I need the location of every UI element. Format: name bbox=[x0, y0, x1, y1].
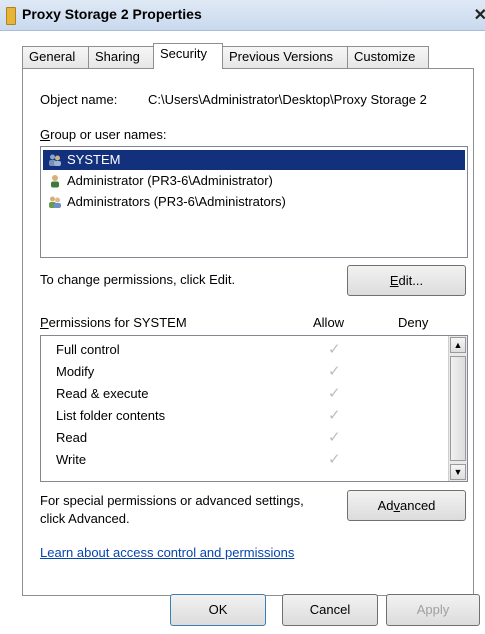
permission-row-write: Write ✓ bbox=[56, 449, 446, 471]
title-bar: Proxy Storage 2 Properties ✕ bbox=[0, 0, 485, 31]
tab-general[interactable]: General bbox=[22, 46, 89, 68]
advanced-button-post: anced bbox=[399, 498, 436, 513]
group-icon bbox=[49, 196, 61, 208]
user-list[interactable]: SYSTEM Administrator (PR3-6\Administrato… bbox=[40, 146, 468, 258]
permissions-scrollbar[interactable]: ▲ ▼ bbox=[448, 336, 467, 481]
permission-name: List folder contents bbox=[56, 408, 166, 423]
user-item-label: Administrator (PR3-6\Administrator) bbox=[67, 173, 273, 188]
permission-name: Read & execute bbox=[56, 386, 149, 401]
folder-icon bbox=[6, 7, 16, 25]
ok-button[interactable]: OK bbox=[170, 594, 266, 626]
deny-column-header: Deny bbox=[398, 315, 429, 330]
user-item-label: SYSTEM bbox=[67, 152, 121, 167]
permissions-label-accesskey: P bbox=[40, 315, 49, 330]
learn-access-control-link[interactable]: Learn about access control and permissio… bbox=[40, 545, 294, 560]
allow-column-header: Allow bbox=[313, 315, 345, 330]
group-or-user-names-label: Group or user names: bbox=[40, 127, 166, 142]
object-name-value: C:\Users\Administrator\Desktop\Proxy Sto… bbox=[148, 92, 427, 107]
permission-row-full-control: Full control ✓ bbox=[56, 339, 446, 361]
system-group-icon bbox=[49, 154, 61, 166]
edit-button-accesskey: E bbox=[389, 273, 399, 288]
allow-check-icon: ✓ bbox=[328, 429, 341, 446]
edit-button-rest: dit... bbox=[398, 273, 424, 288]
advanced-hint-line1: For special permissions or advanced sett… bbox=[40, 493, 304, 508]
cancel-button[interactable]: Cancel bbox=[282, 594, 378, 626]
user-item-administrators[interactable]: Administrators (PR3-6\Administrators) bbox=[43, 192, 465, 212]
edit-button[interactable]: Edit... bbox=[347, 265, 466, 296]
close-icon[interactable]: ✕ bbox=[474, 5, 485, 25]
permission-row-read: Read ✓ bbox=[56, 427, 446, 449]
user-icon bbox=[51, 175, 59, 188]
scroll-down-icon[interactable]: ▼ bbox=[450, 464, 466, 480]
tab-sharing[interactable]: Sharing bbox=[88, 46, 154, 68]
group-label-rest: roup or user names: bbox=[50, 127, 167, 142]
user-item-label: Administrators (PR3-6\Administrators) bbox=[67, 194, 286, 209]
permission-row-read-execute: Read & execute ✓ bbox=[56, 383, 446, 405]
permission-row-modify: Modify ✓ bbox=[56, 361, 446, 383]
change-permissions-hint: To change permissions, click Edit. bbox=[40, 272, 236, 287]
allow-check-icon: ✓ bbox=[328, 385, 341, 402]
advanced-button-pre: Ad bbox=[377, 498, 394, 513]
permission-name: Read bbox=[56, 430, 88, 445]
object-name-label: Object name: bbox=[40, 92, 118, 107]
window-title: Proxy Storage 2 Properties bbox=[22, 6, 202, 22]
scroll-thumb[interactable] bbox=[450, 356, 466, 461]
user-item-system[interactable]: SYSTEM bbox=[43, 150, 465, 170]
permissions-list[interactable]: Full control ✓ Modify ✓ Read & execute ✓… bbox=[40, 335, 468, 482]
allow-check-icon: ✓ bbox=[328, 451, 341, 468]
permission-name: Full control bbox=[56, 342, 120, 357]
group-label-accesskey: G bbox=[40, 127, 51, 142]
tab-security[interactable]: Security bbox=[153, 43, 223, 69]
apply-button[interactable]: Apply bbox=[386, 594, 480, 626]
tab-customize[interactable]: Customize bbox=[347, 46, 429, 68]
allow-check-icon: ✓ bbox=[328, 341, 341, 358]
tab-previous-versions[interactable]: Previous Versions bbox=[222, 46, 348, 68]
permissions-for-label: Permissions for SYSTEM bbox=[40, 315, 187, 330]
permissions-label-rest: ermissions for SYSTEM bbox=[48, 315, 187, 330]
permission-name: Modify bbox=[56, 364, 95, 379]
permission-row-list-folder-contents: List folder contents ✓ bbox=[56, 405, 446, 427]
allow-check-icon: ✓ bbox=[328, 363, 341, 380]
allow-check-icon: ✓ bbox=[328, 407, 341, 424]
user-item-administrator[interactable]: Administrator (PR3-6\Administrator) bbox=[43, 171, 465, 191]
advanced-button[interactable]: Advanced bbox=[347, 490, 466, 521]
permission-name: Write bbox=[56, 452, 87, 467]
advanced-hint-line2: click Advanced. bbox=[40, 511, 130, 526]
scroll-up-icon[interactable]: ▲ bbox=[450, 337, 466, 353]
